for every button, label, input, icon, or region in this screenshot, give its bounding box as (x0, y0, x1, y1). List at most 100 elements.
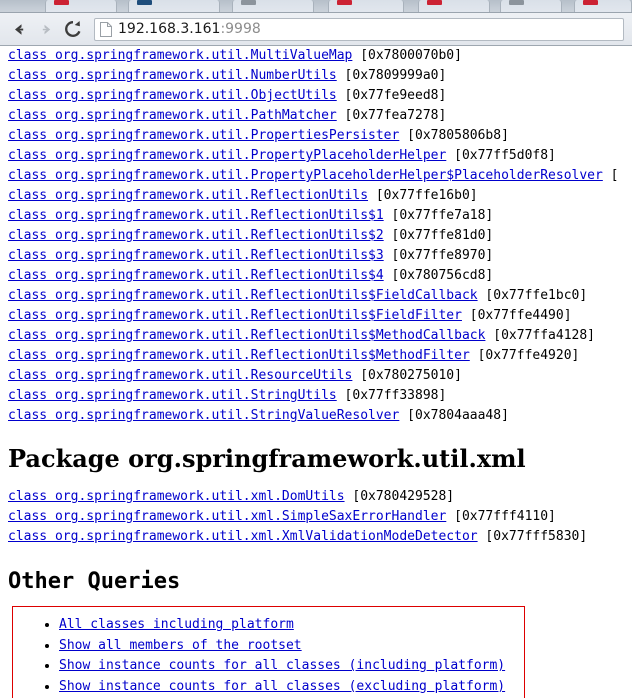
class-list: class org.springframework.util.MultiValu… (0, 46, 632, 426)
class-address: [0x77fff5830] (478, 529, 588, 544)
class-link[interactable]: class org.springframework.util.Reflectio… (8, 348, 470, 363)
other-queries-box: All classes including platform Show all m… (12, 606, 525, 698)
package-heading: Package org.springframework.util.xml (0, 444, 632, 473)
tab-favicon-icon (427, 0, 442, 5)
back-button[interactable] (6, 16, 32, 42)
class-address: [0x780275010] (352, 368, 462, 383)
class-link[interactable]: class org.springframework.util.Reflectio… (8, 268, 384, 283)
class-entry-row: class org.springframework.util.MultiValu… (0, 46, 632, 66)
tab-strip[interactable] (0, 0, 632, 13)
class-link[interactable]: class org.springframework.util.PropertyP… (8, 168, 603, 183)
class-entry-row: class org.springframework.util.xml.XmlVa… (0, 527, 632, 547)
class-address: [0x77ffa4128] (485, 328, 595, 343)
address-bar[interactable]: 192.168.3.161:9998 (94, 18, 624, 41)
class-entry-row: class org.springframework.util.Reflectio… (0, 206, 632, 226)
class-address: [ (603, 168, 619, 183)
other-query-item: Show heap histogram (59, 697, 524, 698)
class-link[interactable]: class org.springframework.util.Reflectio… (8, 188, 368, 203)
tab-favicon-icon (509, 0, 524, 5)
class-link[interactable]: class org.springframework.util.Reflectio… (8, 328, 485, 343)
class-entry-row: class org.springframework.util.StringVal… (0, 406, 632, 426)
class-address: [0x77ffe7a18] (384, 208, 494, 223)
class-address: [0x780756cd8] (384, 268, 494, 283)
class-address: [0x780429528] (345, 489, 455, 504)
class-entry-row: class org.springframework.util.Reflectio… (0, 346, 632, 366)
class-link[interactable]: class org.springframework.util.Reflectio… (8, 228, 384, 243)
class-link[interactable]: class org.springframework.util.NumberUti… (8, 68, 337, 83)
class-entry-row: class org.springframework.util.xml.Simpl… (0, 507, 632, 527)
other-query-link[interactable]: All classes including platform (59, 617, 294, 632)
url-host: 192.168.3.161 (118, 21, 220, 37)
class-address: [0x7800070b0] (352, 48, 462, 63)
browser-toolbar: 192.168.3.161:9998 (0, 13, 632, 46)
tab-favicon-icon (337, 0, 352, 5)
tab-favicon-icon (583, 0, 598, 5)
page-content: class org.springframework.util.MultiValu… (0, 46, 632, 698)
xml-class-list: class org.springframework.util.xml.DomUt… (0, 487, 632, 547)
url-port: :9998 (220, 21, 260, 37)
reload-icon (63, 19, 83, 39)
page-document-icon (100, 22, 112, 37)
class-entry-row: class org.springframework.util.ObjectUti… (0, 86, 632, 106)
back-arrow-icon (10, 20, 29, 39)
class-link[interactable]: class org.springframework.util.xml.XmlVa… (8, 529, 478, 544)
class-address: [0x7804aaa48] (399, 408, 509, 423)
class-address: [0x77ffe1bc0] (478, 288, 588, 303)
class-address: [0x7809999a0] (337, 68, 447, 83)
other-query-item: Show all members of the rootset (59, 636, 524, 657)
reload-button[interactable] (60, 16, 86, 42)
class-address: [0x77fff4110] (446, 509, 556, 524)
url-text: 192.168.3.161:9998 (118, 21, 261, 37)
class-entry-row: class org.springframework.util.PropertyP… (0, 166, 632, 186)
forward-arrow-icon (37, 20, 56, 39)
forward-button[interactable] (33, 16, 59, 42)
class-link[interactable]: class org.springframework.util.Propertie… (8, 128, 399, 143)
class-address: [0x77ff5d0f8] (446, 148, 556, 163)
class-link[interactable]: class org.springframework.util.Reflectio… (8, 208, 384, 223)
class-entry-row: class org.springframework.util.Propertie… (0, 126, 632, 146)
class-entry-row: class org.springframework.util.Reflectio… (0, 266, 632, 286)
other-queries-heading: Other Queries (0, 569, 632, 594)
class-entry-row: class org.springframework.util.ResourceU… (0, 366, 632, 386)
class-link[interactable]: class org.springframework.util.ResourceU… (8, 368, 352, 383)
class-entry-row: class org.springframework.util.PathMatch… (0, 106, 632, 126)
class-link[interactable]: class org.springframework.util.MultiValu… (8, 48, 352, 63)
other-query-link[interactable]: Show all members of the rootset (59, 638, 302, 653)
class-address: [0x77ffe4920] (470, 348, 580, 363)
class-link[interactable]: class org.springframework.util.Reflectio… (8, 308, 462, 323)
class-link[interactable]: class org.springframework.util.PropertyP… (8, 148, 446, 163)
class-entry-row: class org.springframework.util.Reflectio… (0, 186, 632, 206)
tab-favicon-icon (137, 0, 152, 5)
class-address: [0x77ffe8970] (384, 248, 494, 263)
class-entry-row: class org.springframework.util.Reflectio… (0, 286, 632, 306)
tab-favicon-icon (241, 0, 256, 5)
class-address: [0x77ffe4490] (462, 308, 572, 323)
class-link[interactable]: class org.springframework.util.xml.Simpl… (8, 509, 446, 524)
class-entry-row: class org.springframework.util.StringUti… (0, 386, 632, 406)
class-link[interactable]: class org.springframework.util.Reflectio… (8, 288, 478, 303)
other-query-link[interactable]: Show instance counts for all classes (in… (59, 658, 505, 673)
class-entry-row: class org.springframework.util.Reflectio… (0, 246, 632, 266)
other-query-link[interactable]: Show instance counts for all classes (ex… (59, 679, 505, 694)
class-link[interactable]: class org.springframework.util.Reflectio… (8, 248, 384, 263)
tab-strip-baseline (0, 12, 632, 13)
class-address: [0x77fea7278] (337, 108, 447, 123)
class-link[interactable]: class org.springframework.util.StringVal… (8, 408, 399, 423)
other-query-item: All classes including platform (59, 615, 524, 636)
class-address: [0x7805806b8] (399, 128, 509, 143)
class-address: [0x77ff33898] (337, 388, 447, 403)
class-link[interactable]: class org.springframework.util.xml.DomUt… (8, 489, 345, 504)
tab-favicon-icon (54, 0, 69, 5)
class-entry-row: class org.springframework.util.Reflectio… (0, 326, 632, 346)
class-entry-row: class org.springframework.util.Reflectio… (0, 306, 632, 326)
class-entry-row: class org.springframework.util.xml.DomUt… (0, 487, 632, 507)
class-address: [0x77ffe81d0] (384, 228, 494, 243)
browser-chrome: 192.168.3.161:9998 (0, 0, 632, 46)
class-link[interactable]: class org.springframework.util.PathMatch… (8, 108, 337, 123)
class-address: [0x77fe9eed8] (337, 88, 447, 103)
class-link[interactable]: class org.springframework.util.ObjectUti… (8, 88, 337, 103)
class-entry-row: class org.springframework.util.PropertyP… (0, 146, 632, 166)
class-entry-row: class org.springframework.util.NumberUti… (0, 66, 632, 86)
class-link[interactable]: class org.springframework.util.StringUti… (8, 388, 337, 403)
class-address: [0x77ffe16b0] (368, 188, 478, 203)
